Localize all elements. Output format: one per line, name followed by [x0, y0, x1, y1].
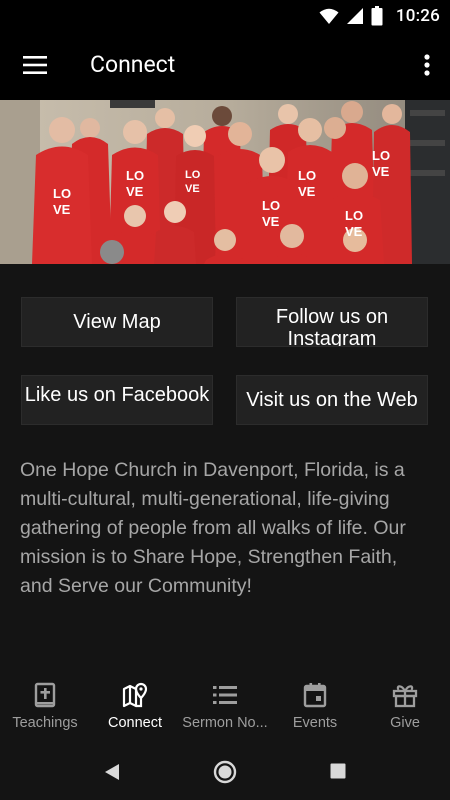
svg-text:LO: LO — [262, 198, 280, 213]
nav-label: Connect — [107, 715, 162, 731]
nav-sermon-notes[interactable]: Sermon No... — [180, 672, 270, 744]
nav-label: Teachings — [12, 715, 78, 731]
svg-text:VE: VE — [372, 164, 390, 179]
page-title: Connect — [90, 51, 176, 78]
back-icon[interactable] — [102, 762, 122, 782]
system-nav-bar — [0, 744, 450, 800]
view-map-button[interactable]: View Map — [21, 297, 213, 347]
wifi-icon — [319, 8, 339, 24]
cell-signal-icon — [346, 8, 363, 24]
menu-button[interactable] — [16, 46, 54, 84]
svg-text:LO: LO — [372, 148, 390, 163]
svg-text:LO: LO — [53, 186, 71, 201]
svg-text:VE: VE — [185, 183, 200, 195]
group-photo: LOVE LOVE LOVE LOVE LOVE LOVE LOVE — [0, 100, 450, 264]
list-icon — [213, 686, 237, 704]
svg-text:VE: VE — [53, 202, 71, 217]
svg-text:VE: VE — [126, 184, 144, 199]
nav-label: Give — [390, 715, 420, 731]
facebook-button[interactable]: Like us on Facebook — [21, 375, 213, 425]
instagram-button[interactable]: Follow us on Instagram — [236, 297, 428, 347]
bible-icon — [34, 682, 56, 708]
svg-text:VE: VE — [262, 214, 280, 229]
gift-icon — [392, 685, 418, 708]
church-description: One Hope Church in Davenport, Florida, i… — [20, 459, 406, 597]
recents-icon[interactable] — [330, 763, 346, 779]
nav-give[interactable]: Give — [360, 672, 450, 744]
nav-teachings[interactable]: Teachings — [0, 672, 90, 744]
svg-text:LO: LO — [298, 168, 316, 183]
svg-text:LO: LO — [126, 168, 144, 183]
map-pin-icon — [122, 682, 148, 708]
svg-text:LO: LO — [185, 169, 201, 181]
nav-label: Events — [292, 715, 338, 731]
hero-image: LO VE LO VE LO VE LO VE LO VE LO VE LO VE — [0, 100, 450, 264]
hamburger-menu-icon — [23, 56, 47, 74]
website-button[interactable]: Visit us on the Web — [236, 375, 428, 425]
bottom-nav: Teachings Connect Sermon No... Events Gi… — [0, 672, 450, 744]
nav-events[interactable]: Events — [270, 672, 360, 744]
battery-icon — [371, 6, 383, 26]
status-time: 10:26 — [395, 6, 440, 26]
calendar-icon — [303, 683, 327, 708]
svg-text:LO: LO — [345, 208, 363, 223]
overflow-menu-button[interactable] — [414, 46, 440, 84]
nav-label: Sermon No... — [182, 715, 268, 731]
nav-connect[interactable]: Connect — [90, 672, 180, 744]
more-vertical-icon — [424, 54, 430, 76]
status-bar: 10:26 — [0, 0, 450, 32]
svg-text:VE: VE — [298, 184, 316, 199]
app-bar: Connect — [0, 32, 450, 100]
svg-text:VE: VE — [345, 224, 363, 239]
home-icon[interactable] — [213, 760, 237, 784]
